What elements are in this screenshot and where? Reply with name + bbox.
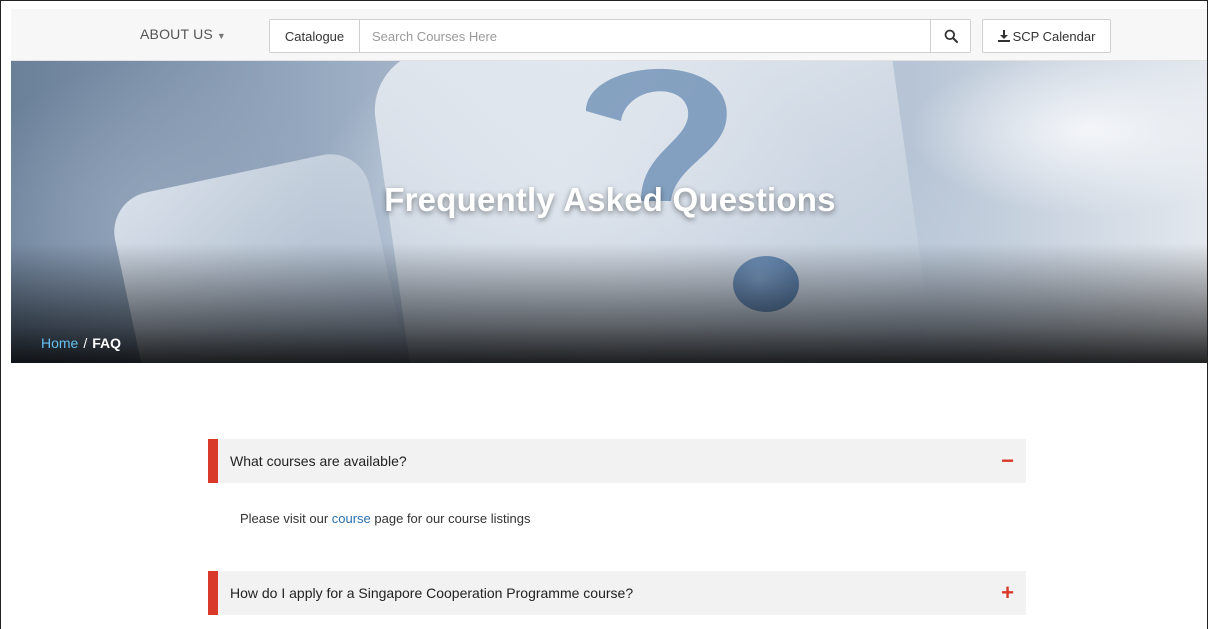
expand-plus-icon[interactable]: + [1001, 582, 1014, 604]
top-navbar: ABOUT US▼ Catalogue SCP Calendar [11, 9, 1207, 61]
faq-item: What courses are available? − Please vis… [208, 439, 1026, 571]
search-group: Catalogue [269, 19, 971, 53]
faq-list: What courses are available? − Please vis… [208, 439, 1026, 615]
catalogue-button[interactable]: Catalogue [270, 20, 360, 52]
faq-question-text: How do I apply for a Singapore Cooperati… [230, 585, 634, 601]
search-button[interactable] [930, 20, 970, 52]
caret-down-icon: ▼ [216, 31, 227, 41]
page-frame: ABOUT US▼ Catalogue SCP Calendar [0, 0, 1208, 629]
collapse-minus-icon[interactable]: − [1001, 450, 1014, 472]
faq-question-header[interactable]: How do I apply for a Singapore Cooperati… [208, 571, 1026, 615]
page-title: Frequently Asked Questions [384, 181, 836, 218]
question-mark-icon [586, 68, 727, 201]
faq-question-header[interactable]: What courses are available? − [208, 439, 1026, 483]
hero-bottom-fade [11, 243, 1207, 363]
hero-banner: Frequently Asked Questions Home / FAQ [11, 61, 1207, 363]
breadcrumb-current: FAQ [92, 335, 122, 351]
about-us-dropdown[interactable]: ABOUT US ▼ [140, 26, 226, 42]
faq-question-text: What courses are available? [230, 453, 407, 469]
search-input[interactable] [360, 20, 930, 52]
download-icon [997, 30, 1010, 42]
scp-calendar-label: SCP Calendar [1012, 28, 1096, 44]
course-page-link[interactable]: course [332, 511, 371, 526]
faq-answer-prefix: Please visit our [240, 511, 332, 526]
faq-answer: Please visit our course page for our cou… [208, 483, 1026, 571]
breadcrumb-separator: / [83, 335, 88, 351]
search-icon [944, 29, 958, 43]
breadcrumb-home-link[interactable]: Home [41, 335, 78, 351]
faq-answer-suffix: page for our course listings [370, 511, 531, 526]
about-us-label: ABOUT US [140, 26, 213, 42]
scp-calendar-button[interactable]: SCP Calendar [982, 19, 1111, 53]
breadcrumb: Home / FAQ [41, 335, 121, 351]
faq-item: How do I apply for a Singapore Cooperati… [208, 571, 1026, 615]
